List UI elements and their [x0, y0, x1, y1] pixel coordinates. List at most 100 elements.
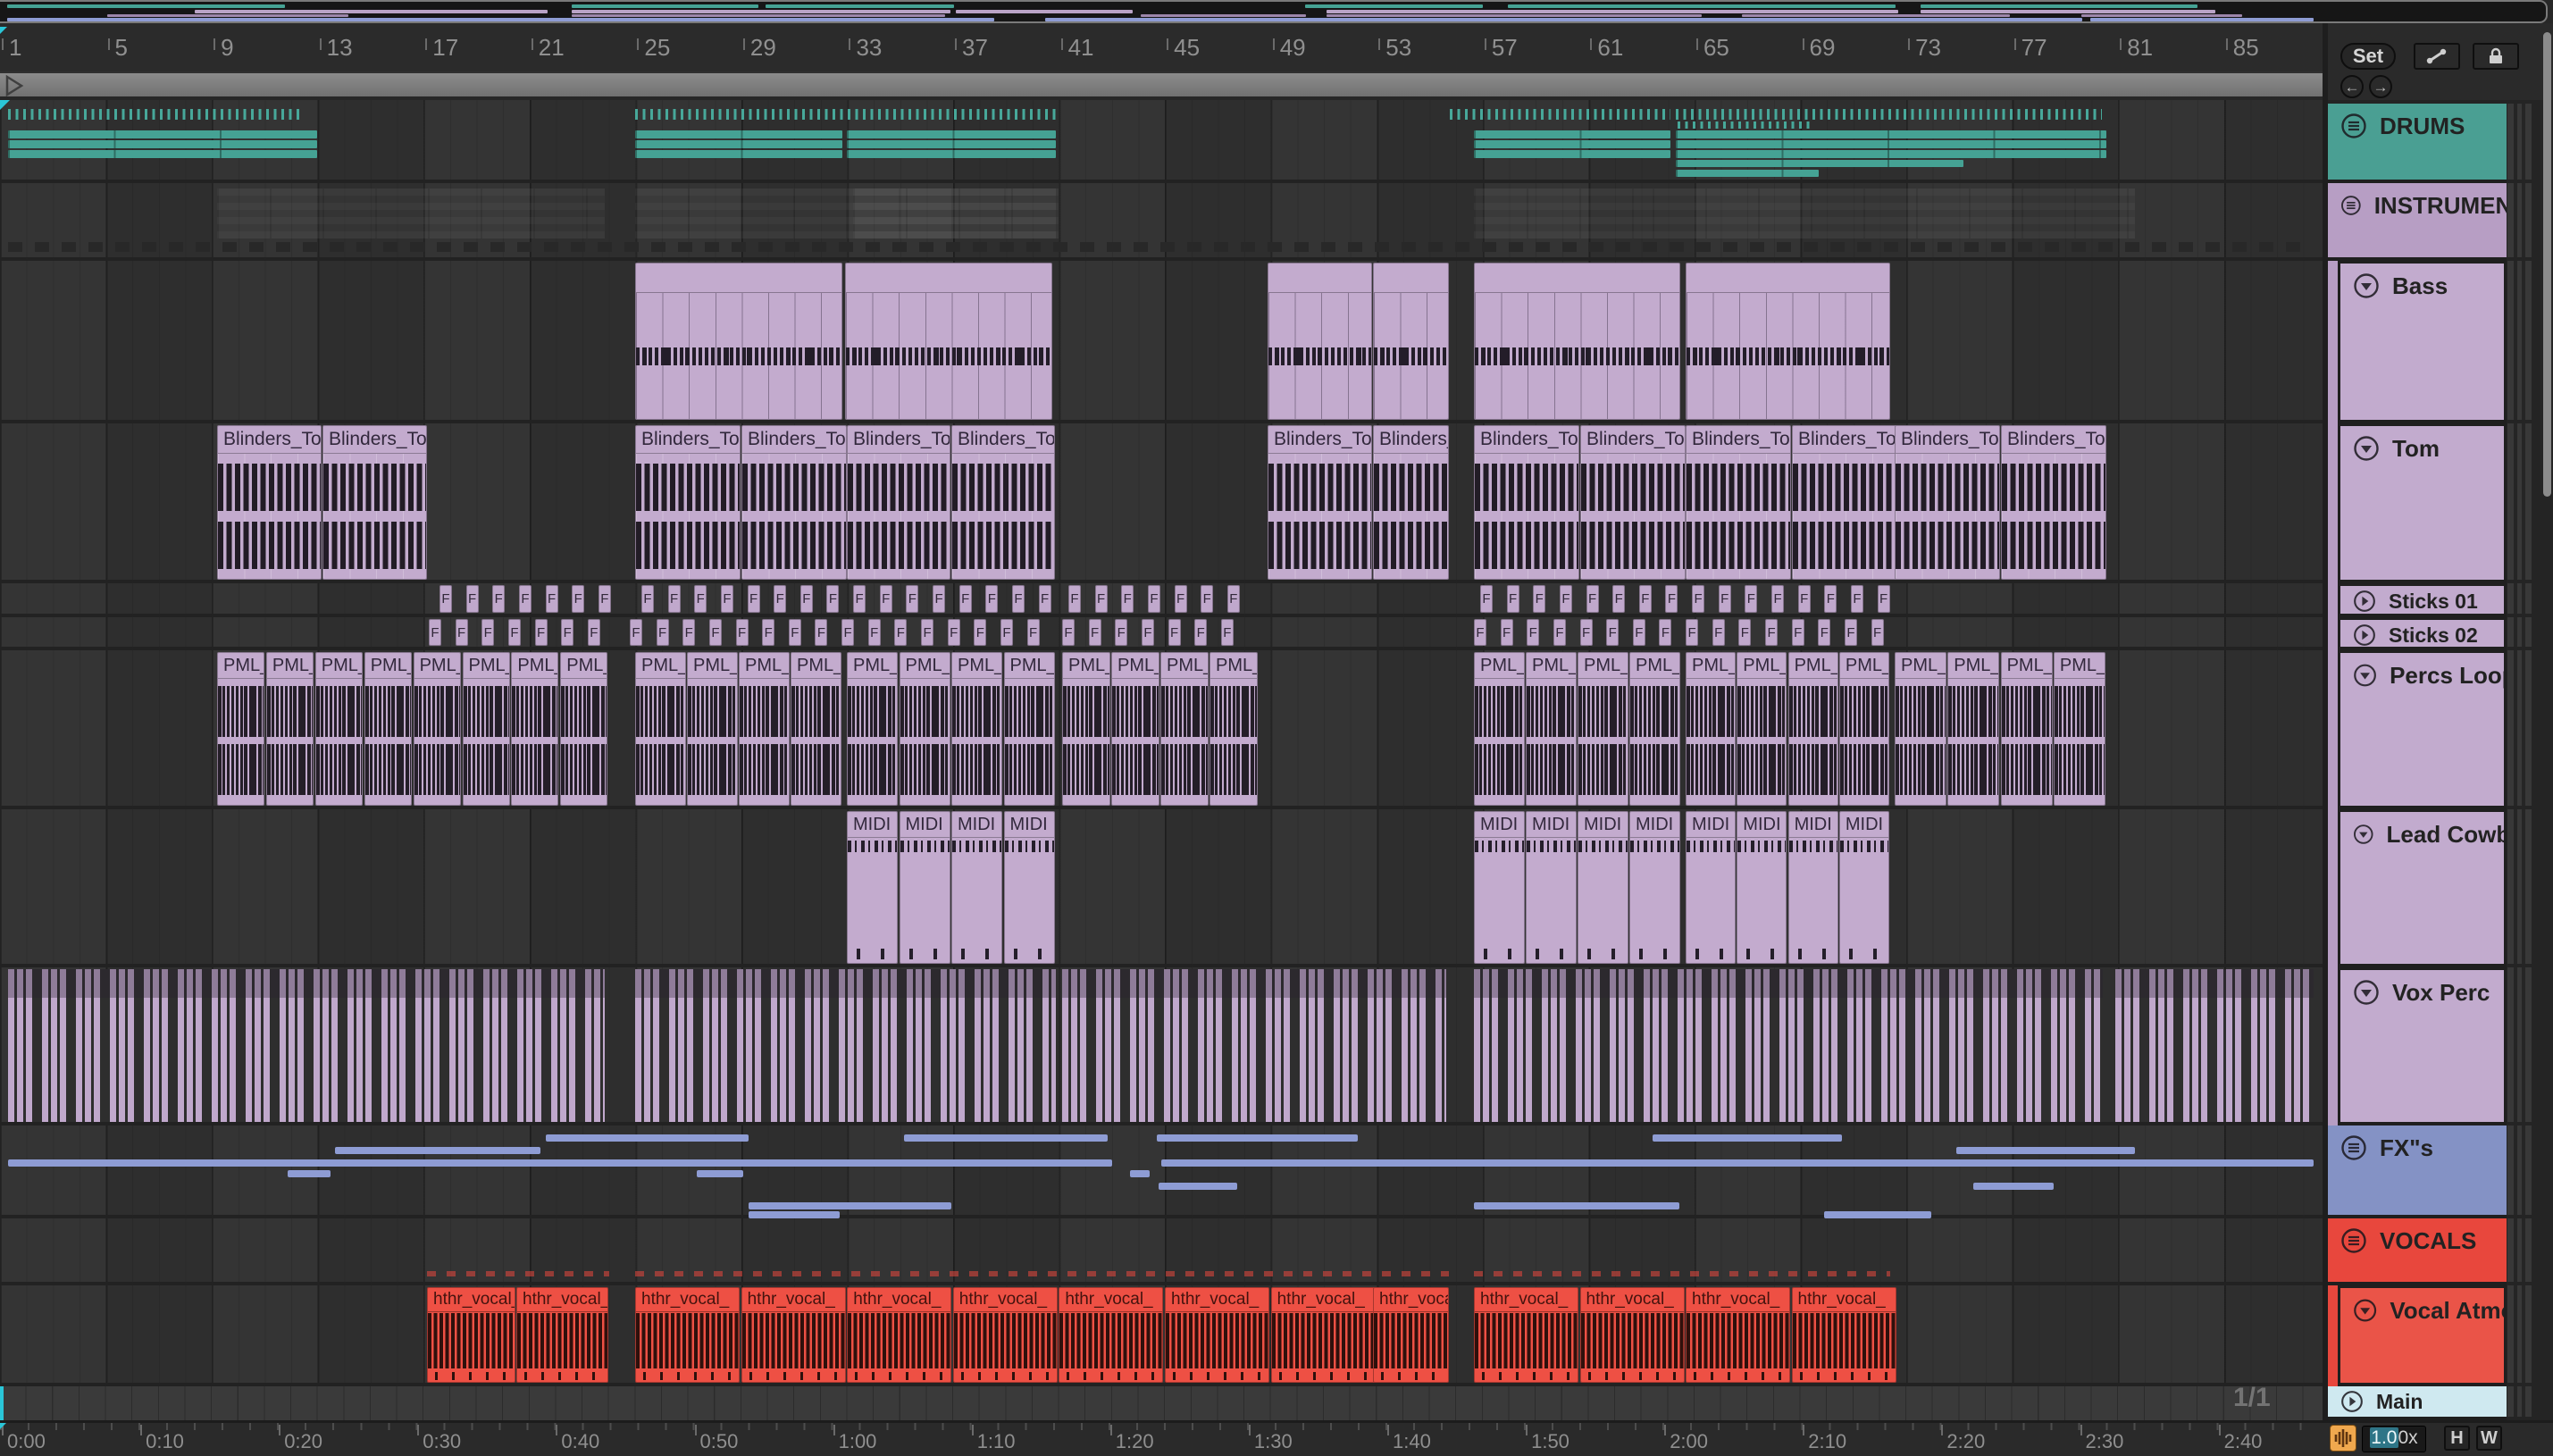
- clip-drums-lane[interactable]: [8, 150, 317, 158]
- clip-percs[interactable]: PML_: [560, 652, 608, 806]
- clip-fx[interactable]: [335, 1147, 540, 1154]
- clip-drums-lane[interactable]: [1676, 160, 1963, 167]
- clip-sticks01[interactable]: F: [1038, 585, 1051, 613]
- clip-cowbell[interactable]: MIDI: [1787, 811, 1838, 964]
- clip-sticks01[interactable]: F: [572, 585, 585, 613]
- arrangement-overview-minimap[interactable]: [0, 0, 2548, 23]
- clip-percs[interactable]: PML_: [1686, 652, 1736, 806]
- clip-vocalatmo[interactable]: hthr_vocal_: [516, 1287, 608, 1383]
- clip-sticks01[interactable]: F: [720, 585, 733, 613]
- clip-tom[interactable]: Blinders_To: [1895, 425, 2000, 580]
- clip-drums-ticks[interactable]: [8, 109, 303, 120]
- clip-sticks02[interactable]: F: [762, 619, 775, 646]
- clip-sticks02[interactable]: F: [1220, 619, 1234, 646]
- clip-percs[interactable]: PML_: [1474, 652, 1525, 806]
- clip-sticks02[interactable]: F: [841, 619, 855, 646]
- clip-fx[interactable]: [1474, 1202, 1679, 1209]
- clip-sticks02[interactable]: F: [1606, 619, 1620, 646]
- clip-vocalatmo[interactable]: hthr_vocal_: [847, 1287, 952, 1383]
- scrub-area[interactable]: [0, 71, 2328, 97]
- clip-cowbell[interactable]: MIDI: [951, 811, 1002, 964]
- track-header-voxperc[interactable]: Vox Perc: [2338, 967, 2507, 1125]
- clip-percs[interactable]: PML_: [791, 652, 841, 806]
- clip-percs[interactable]: PML_: [1895, 652, 1946, 806]
- clip-sticks01[interactable]: F: [492, 585, 506, 613]
- clip-sticks02[interactable]: F: [534, 619, 548, 646]
- clip-drums-lane[interactable]: [1676, 140, 2106, 148]
- clip-bass[interactable]: [1474, 263, 1680, 420]
- clip-sticks02[interactable]: F: [1115, 619, 1128, 646]
- clip-drums-lane[interactable]: [1474, 140, 1670, 148]
- clip-vocalatmo[interactable]: hthr_vocal_: [1373, 1287, 1449, 1383]
- clip-fx[interactable]: [749, 1211, 840, 1218]
- clip-sticks02[interactable]: F: [1026, 619, 1040, 646]
- clip-sticks02[interactable]: F: [974, 619, 987, 646]
- clip-sticks02[interactable]: F: [1500, 619, 1513, 646]
- track-header-main[interactable]: Main: [2328, 1386, 2507, 1420]
- clip-drums-ticks[interactable]: [1450, 109, 1670, 120]
- clip-sticks01[interactable]: F: [694, 585, 707, 613]
- clip-drums-lane[interactable]: [1676, 150, 2106, 158]
- clip-vocalatmo[interactable]: hthr_vocal_: [741, 1287, 846, 1383]
- clip-fx[interactable]: [1130, 1170, 1150, 1177]
- clip-fx[interactable]: [1653, 1134, 1842, 1142]
- clip-percs[interactable]: PML_: [687, 652, 738, 806]
- clip-sticks01[interactable]: F: [933, 585, 946, 613]
- clip-percs[interactable]: PML_: [1526, 652, 1577, 806]
- clip-bass[interactable]: [1373, 263, 1449, 420]
- clip-fx[interactable]: [1161, 1159, 2314, 1167]
- clip-sticks02[interactable]: F: [1579, 619, 1593, 646]
- clip-vocalatmo[interactable]: hthr_vocal_: [635, 1287, 740, 1383]
- set-button[interactable]: Set: [2340, 43, 2396, 70]
- track-header-cowbell[interactable]: Lead Cowbell: [2338, 809, 2507, 967]
- clip-percs[interactable]: PML_: [1629, 652, 1680, 806]
- clip-cowbell[interactable]: MIDI: [1474, 811, 1525, 964]
- clip-drums-ticks[interactable]: [635, 109, 1056, 120]
- clip-tom[interactable]: Blinders_To: [741, 425, 847, 580]
- clip-percs[interactable]: PML_: [217, 652, 264, 806]
- clip-sticks01[interactable]: F: [598, 585, 611, 613]
- clip-sticks01[interactable]: F: [1665, 585, 1678, 613]
- clip-sticks01[interactable]: F: [439, 585, 452, 613]
- clip-sticks02[interactable]: F: [1738, 619, 1752, 646]
- clip-sticks01[interactable]: F: [1094, 585, 1108, 613]
- fold-down-icon[interactable]: [2353, 979, 2380, 1006]
- clip-drums-lane[interactable]: [847, 150, 1056, 158]
- clip-sticks01[interactable]: F: [1638, 585, 1652, 613]
- clip-cowbell[interactable]: MIDI: [1686, 811, 1736, 964]
- clip-sticks01[interactable]: F: [1797, 585, 1811, 613]
- clip-bass[interactable]: [845, 263, 1052, 420]
- bar-ruler[interactable]: 1 5 9 13 17 21 25 29 33 37 41 45 49 53 57 61 65 69 73 77 81 8…: [0, 23, 2553, 95]
- link-button[interactable]: [2414, 43, 2460, 70]
- track-header-fx[interactable]: FX"s: [2328, 1125, 2507, 1218]
- clip-bass[interactable]: [1686, 263, 1890, 420]
- clip-sticks01[interactable]: F: [906, 585, 919, 613]
- clip-sticks01[interactable]: F: [826, 585, 840, 613]
- clip-drums-lane[interactable]: [635, 140, 842, 148]
- clip-fx[interactable]: [1157, 1134, 1358, 1142]
- clip-sticks01[interactable]: F: [1824, 585, 1837, 613]
- clip-percs[interactable]: PML_: [1160, 652, 1209, 806]
- clip-sticks01[interactable]: F: [1480, 585, 1493, 613]
- clip-sticks01[interactable]: F: [1147, 585, 1160, 613]
- clip-percs[interactable]: PML_: [413, 652, 461, 806]
- clip-sticks01[interactable]: F: [1718, 585, 1731, 613]
- clip-sticks02[interactable]: F: [561, 619, 574, 646]
- clip-tom[interactable]: Blinders_To: [217, 425, 322, 580]
- clip-sticks01[interactable]: F: [958, 585, 972, 613]
- fold-down-icon[interactable]: [2353, 1297, 2377, 1324]
- clip-percs[interactable]: PML_: [2053, 652, 2105, 806]
- clip-sticks02[interactable]: F: [1818, 619, 1831, 646]
- clip-fx[interactable]: [1824, 1211, 1931, 1218]
- clip-drums-lane[interactable]: [847, 140, 1056, 148]
- clip-sticks01[interactable]: F: [1533, 585, 1546, 613]
- clip-tom[interactable]: Blinders_To: [847, 425, 950, 580]
- track-header-vocalatmo[interactable]: Vocal Atmo: [2338, 1285, 2507, 1386]
- clip-percs[interactable]: PML_: [1003, 652, 1055, 806]
- clip-sticks01[interactable]: F: [774, 585, 787, 613]
- fold-right-icon[interactable]: [2353, 623, 2376, 647]
- clip-sticks01[interactable]: F: [1612, 585, 1626, 613]
- clip-sticks01[interactable]: F: [1559, 585, 1572, 613]
- clip-sticks01[interactable]: F: [879, 585, 892, 613]
- clip-voxperc[interactable]: [1062, 969, 1446, 1122]
